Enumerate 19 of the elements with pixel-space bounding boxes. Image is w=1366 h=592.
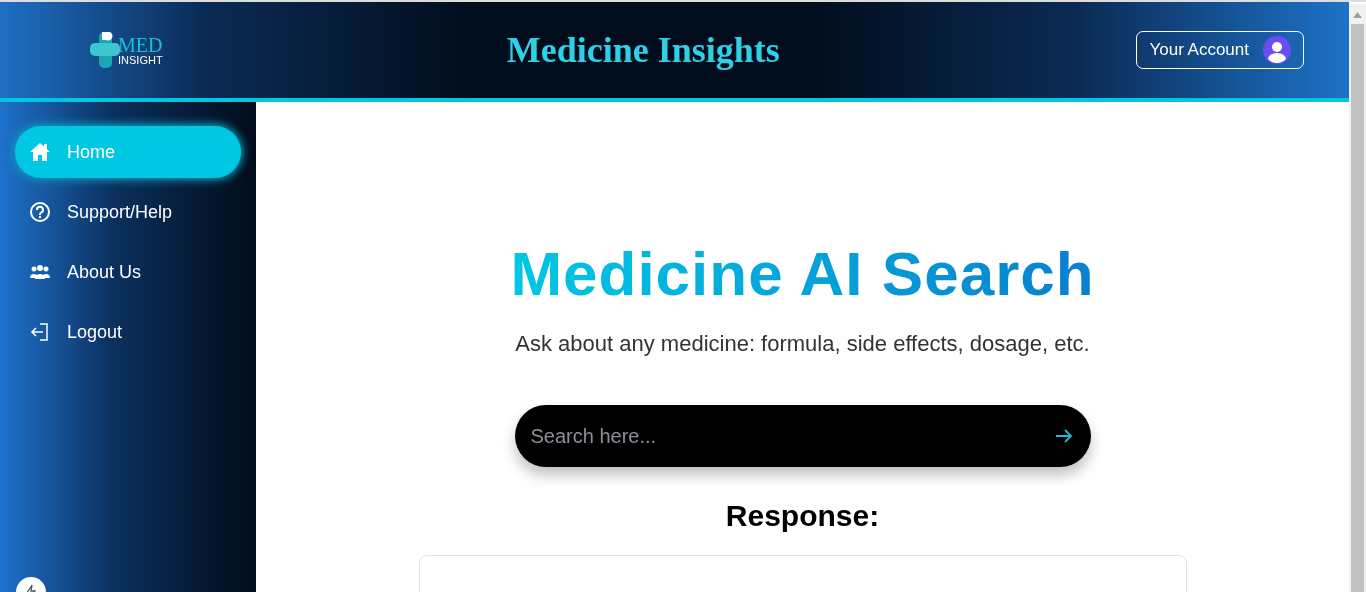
- app-title: Medicine Insights: [505, 29, 781, 71]
- user-avatar-icon: [1263, 36, 1291, 64]
- logo-subtext: INSIGHT: [118, 54, 163, 66]
- logo-text: MED: [118, 34, 163, 55]
- response-heading: Response:: [725, 499, 880, 533]
- scroll-up-icon[interactable]: [1353, 12, 1362, 18]
- cross-logo-icon: [90, 30, 120, 70]
- account-button[interactable]: Your Account: [1136, 31, 1304, 69]
- home-icon: [29, 142, 51, 162]
- scrollbar[interactable]: [1349, 4, 1366, 592]
- sidebar-item[interactable]: Support/Help: [15, 186, 241, 238]
- page-subtitle: Ask about any medicine: formula, side effects, dosage, etc.: [515, 331, 1090, 357]
- sidebar-item[interactable]: About Us: [15, 246, 241, 298]
- sidebar-item[interactable]: Logout: [15, 306, 241, 358]
- help-icon: [29, 201, 51, 223]
- arrow-right-icon: [1054, 428, 1073, 444]
- people-icon: [29, 264, 51, 280]
- logout-icon: [29, 321, 51, 343]
- search-field[interactable]: Search here...: [514, 405, 1091, 467]
